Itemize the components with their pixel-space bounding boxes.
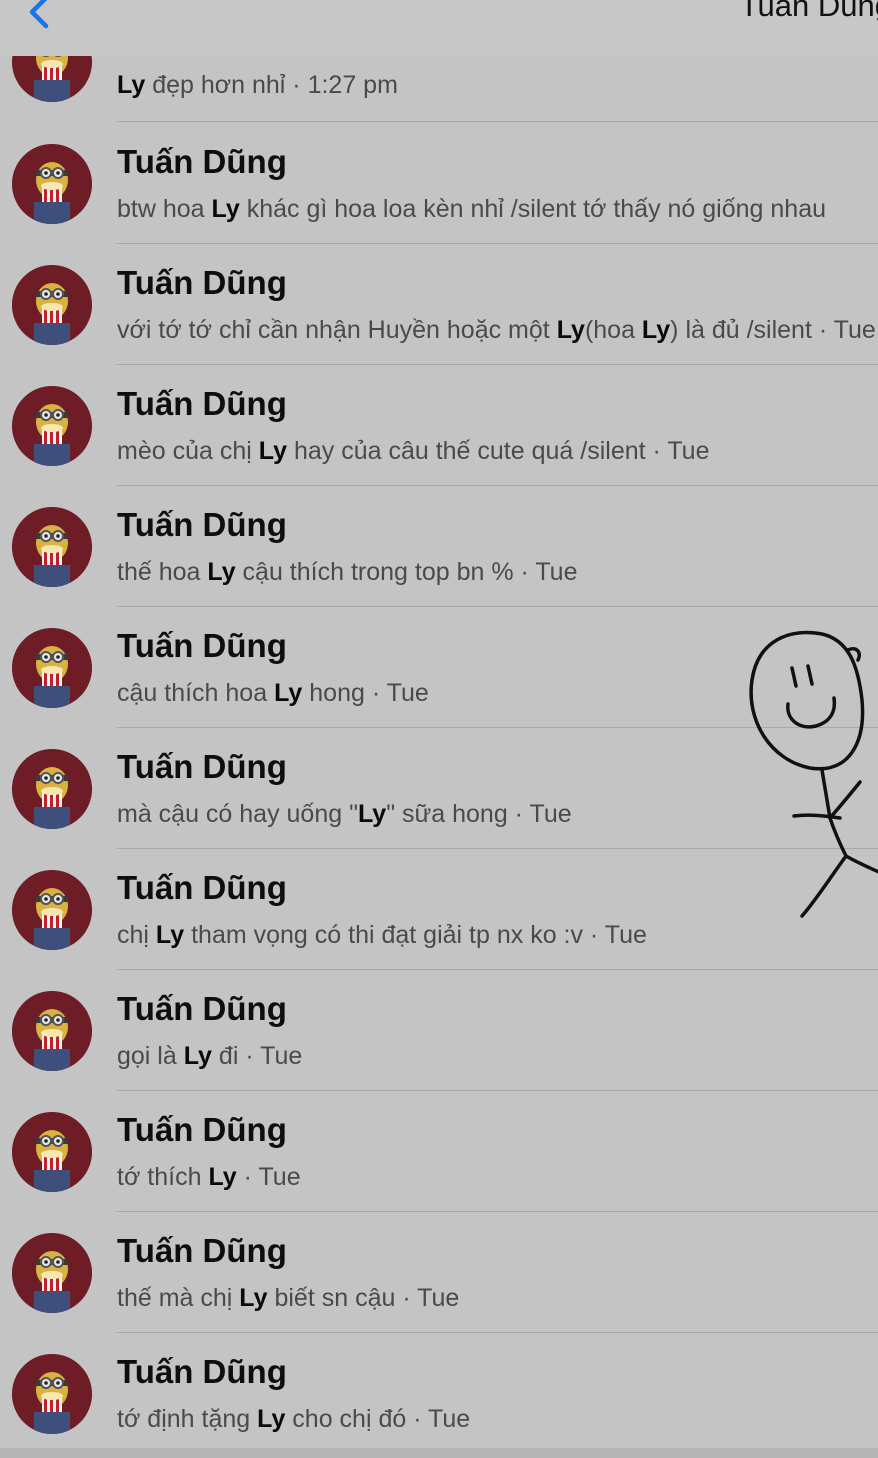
message-text: hay của câu thế cute quá /silent · Tue: [287, 437, 710, 465]
minion-popcorn-avatar-icon: [12, 386, 92, 466]
result-row[interactable]: Tuấn Dũng cậu thích hoa Ly hong · Tue: [0, 607, 878, 728]
message-preview: với tớ tớ chỉ cần nhận Huyền hoặc một Ly…: [117, 316, 878, 345]
message-text: (hoa: [584, 316, 642, 344]
search-term-highlight: Ly: [207, 558, 236, 586]
message-preview: Ly đẹp hơn nhỉ · 1:27 pm: [117, 71, 878, 100]
search-term-highlight: Ly: [641, 316, 671, 344]
sender-name: Tuấn Dũng: [117, 1353, 287, 1390]
minion-popcorn-avatar-icon: [12, 991, 92, 1071]
sender-name: Tuấn Dũng: [117, 1232, 287, 1269]
result-row[interactable]: Tuấn Dũng với tớ tớ chỉ cần nhận Huyền ho…: [0, 244, 878, 365]
message-preview: cậu thích hoa Ly hong · Tue: [117, 679, 878, 708]
sender-name: Tuấn Dũng: [117, 748, 287, 785]
sender-name: Tuấn Dũng: [117, 627, 287, 664]
sender-name: Tuấn Dũng: [117, 506, 287, 543]
minion-popcorn-avatar-icon: [12, 870, 92, 950]
sender-name: Tuấn Dũng: [117, 869, 287, 906]
search-term-highlight: Ly: [257, 1405, 286, 1433]
message-text: chị: [117, 921, 156, 949]
result-row[interactable]: Tuấn Dũng gọi là Ly đi · Tue: [0, 970, 878, 1091]
result-row[interactable]: Tuấn Dũng tớ thích Ly · Tue: [0, 1091, 878, 1212]
message-text: thế mà chị: [117, 1284, 240, 1312]
message-preview: thế hoa Ly cậu thích trong top bn % · Tu…: [117, 558, 878, 587]
conversation-title: Tuấn Dũng: [739, 0, 878, 23]
search-term-highlight: Ly: [117, 71, 146, 99]
minion-popcorn-avatar-icon: [12, 265, 92, 345]
result-row[interactable]: Tuấn Dũng tớ định tặng Ly cho chị đó · Tu…: [0, 1333, 878, 1454]
row-divider: [117, 121, 878, 122]
message-text: cậu thích hoa: [117, 679, 275, 707]
message-text: mà cậu có hay uống ": [117, 800, 358, 828]
sender-name: Tuấn Dũng: [117, 264, 287, 301]
message-text: cho chị đó · Tue: [285, 1405, 471, 1433]
message-preview: gọi là Ly đi · Tue: [117, 1042, 878, 1071]
search-results-screen: Ly đẹp hơn nhỉ · 1:27 pm Tuấn Dũng btw hoa…: [0, 0, 878, 1458]
message-text: tớ định tặng: [117, 1405, 258, 1433]
message-text: btw hoa: [117, 195, 212, 223]
message-text: ) là đủ /silent · Tue: [670, 316, 876, 344]
sender-name: Tuấn Dũng: [117, 1111, 287, 1148]
message-preview: mà cậu có hay uống "Ly" sữa hong · Tue: [117, 800, 878, 829]
message-text: hong · Tue: [302, 679, 429, 707]
minion-popcorn-avatar-icon: [12, 144, 92, 224]
chevron-left-icon: [29, 0, 49, 29]
message-text: đi · Tue: [211, 1042, 303, 1070]
result-row[interactable]: Tuấn Dũng thế hoa Ly cậu thích trong top …: [0, 486, 878, 607]
minion-popcorn-avatar-icon: [12, 628, 92, 708]
sender-name: Tuấn Dũng: [117, 990, 287, 1027]
result-row[interactable]: Tuấn Dũng mèo của chị Ly hay của câu thế …: [0, 365, 878, 486]
search-term-highlight: Ly: [208, 1163, 237, 1191]
message-preview: chị Ly tham vọng có thi đạt giải tp nx k…: [117, 921, 878, 950]
message-text: thế hoa: [117, 558, 208, 586]
minion-popcorn-avatar-icon: [12, 1233, 92, 1313]
conversation-header: Tuấn Dũng: [0, 0, 878, 56]
message-preview: thế mà chị Ly biết sn cậu · Tue: [117, 1284, 878, 1313]
minion-popcorn-avatar-icon: [12, 1112, 92, 1192]
bottom-edge: [0, 1448, 878, 1458]
sender-name: Tuấn Dũng: [117, 385, 287, 422]
sender-name: Tuấn Dũng: [117, 143, 287, 180]
message-preview: tớ thích Ly · Tue: [117, 1163, 878, 1192]
message-text: tớ thích: [117, 1163, 209, 1191]
result-row[interactable]: Tuấn Dũng mà cậu có hay uống "Ly" sữa hon…: [0, 728, 878, 849]
message-text: tham vọng có thi đạt giải tp nx ko :v · …: [184, 921, 647, 949]
back-button[interactable]: [22, 0, 62, 32]
search-term-highlight: Ly: [155, 921, 185, 949]
result-row[interactable]: Tuấn Dũng chị Ly tham vọng có thi đạt giả…: [0, 849, 878, 970]
search-term-highlight: Ly: [239, 1284, 268, 1312]
message-text: đẹp hơn nhỉ · 1:27 pm: [145, 71, 398, 99]
message-text: biết sn cậu · Tue: [267, 1284, 460, 1312]
search-term-highlight: Ly: [211, 195, 240, 223]
message-text: với tớ tớ chỉ cần nhận Huyền hoặc một: [117, 316, 557, 344]
search-term-highlight: Ly: [274, 679, 303, 707]
message-text: · Tue: [236, 1163, 301, 1191]
minion-popcorn-avatar-icon: [12, 1354, 92, 1434]
message-preview: tớ định tặng Ly cho chị đó · Tue: [117, 1405, 878, 1434]
message-text: mèo của chị: [117, 437, 259, 465]
result-row[interactable]: Tuấn Dũng thế mà chị Ly biết sn cậu · Tue: [0, 1212, 878, 1333]
minion-popcorn-avatar-icon: [12, 749, 92, 829]
message-text: gọi là: [117, 1042, 184, 1070]
message-preview: btw hoa Ly khác gì hoa loa kèn nhỉ /sile…: [117, 195, 878, 224]
search-term-highlight: Ly: [357, 800, 387, 828]
message-preview: mèo của chị Ly hay của câu thế cute quá …: [117, 437, 878, 466]
message-text: " sữa hong · Tue: [386, 800, 572, 828]
message-text: cậu thích trong top bn % · Tue: [235, 558, 578, 586]
result-row[interactable]: Tuấn Dũng btw hoa Ly khác gì hoa loa kèn …: [0, 123, 878, 244]
search-term-highlight: Ly: [556, 316, 585, 344]
message-text: khác gì hoa loa kèn nhỉ /silent tớ thấy …: [239, 195, 827, 223]
minion-popcorn-avatar-icon: [12, 507, 92, 587]
search-term-highlight: Ly: [183, 1042, 212, 1070]
search-term-highlight: Ly: [258, 437, 287, 465]
